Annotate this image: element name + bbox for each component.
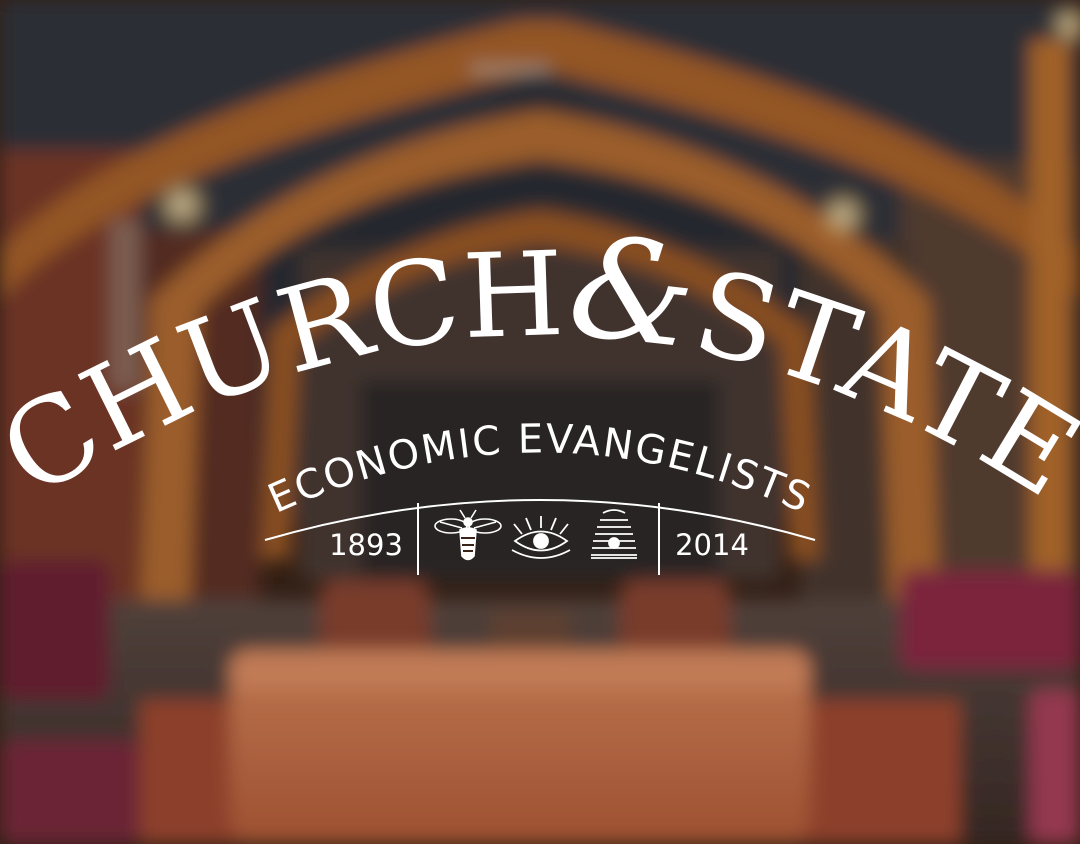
logo-subtitle-text: ECONOMIC EVANGELISTS (262, 416, 817, 522)
logo-year-start: 1893 (329, 528, 403, 562)
beehive-icon (591, 509, 637, 559)
eye-icon (511, 516, 571, 559)
logo-ampersand: & (562, 205, 704, 381)
bee-icon (434, 509, 502, 561)
church-and-state-logo: CHURCH&STATE ECONOMIC EVANGELISTS 1893 2… (0, 205, 1080, 575)
logo-title: CHURCH&STATE (0, 205, 1080, 524)
logo-year-end: 2014 (675, 528, 749, 562)
logo-subtitle: ECONOMIC EVANGELISTS (262, 416, 819, 522)
